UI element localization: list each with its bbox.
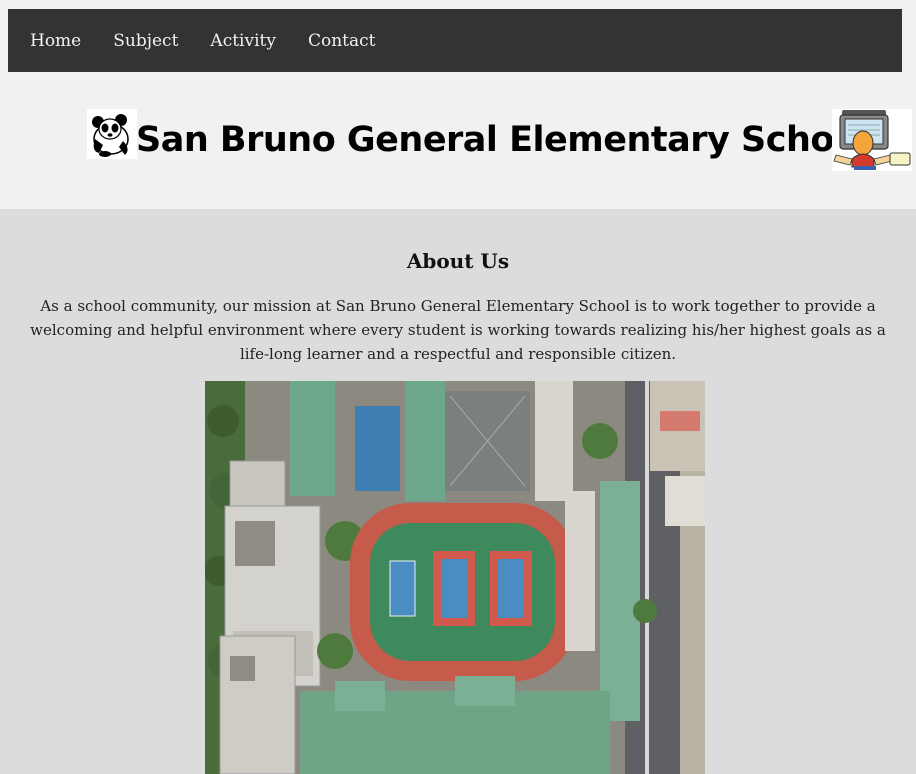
panda-icon — [87, 109, 137, 159]
top-navbar: Home Subject Activity Contact — [8, 9, 902, 72]
campus-aerial-image — [205, 381, 705, 774]
nav-home[interactable]: Home — [8, 31, 97, 51]
about-text: As a school community, our mission at Sa… — [30, 297, 886, 363]
computer-kid-icon — [832, 109, 912, 171]
site-header: San Bruno General Elementary School — [0, 72, 916, 209]
about-heading: About Us — [406, 249, 510, 273]
school-title: San Bruno General Elementary School — [136, 120, 869, 160]
nav-activity[interactable]: Activity — [194, 31, 292, 51]
nav-subject[interactable]: Subject — [97, 31, 194, 51]
nav-contact[interactable]: Contact — [292, 31, 392, 51]
